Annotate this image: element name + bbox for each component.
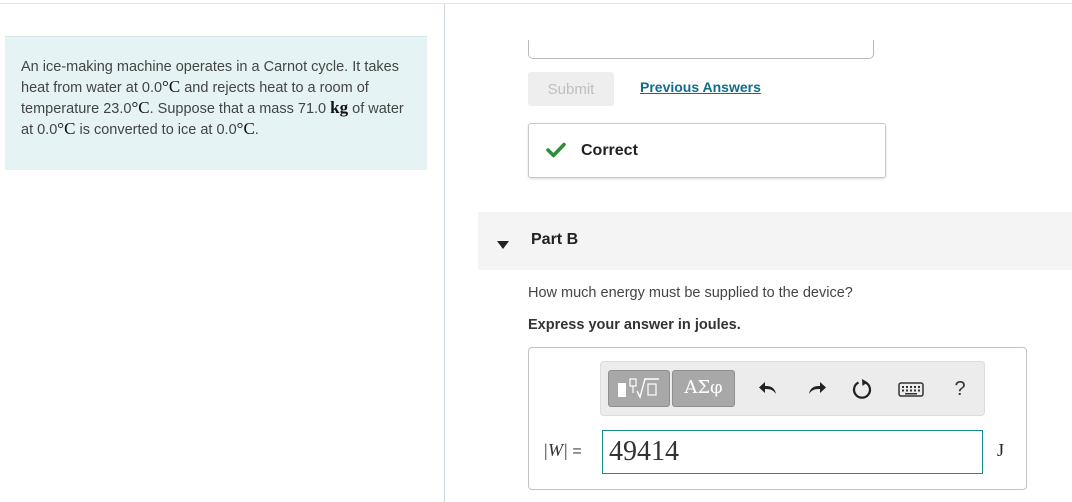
part-b-header[interactable]: Part B	[478, 212, 1072, 270]
reset-icon[interactable]	[850, 377, 874, 401]
undo-icon[interactable]	[757, 377, 781, 401]
problem-text: .	[254, 122, 259, 138]
top-divider	[0, 3, 1072, 4]
problem-statement: An ice-making machine operates in a Carn…	[5, 36, 427, 170]
equals-sign: =	[572, 443, 582, 460]
answer-input[interactable]	[602, 430, 983, 474]
unit-celsius: C	[64, 119, 76, 138]
correct-feedback-box: Correct	[528, 123, 886, 178]
previous-answers-link[interactable]: Previous Answers	[640, 79, 761, 95]
collapse-triangle-icon[interactable]	[497, 236, 509, 254]
correct-label: Correct	[581, 142, 638, 159]
math-toolbar: ΑΣφ ?	[600, 361, 985, 416]
checkmark-icon	[546, 142, 566, 163]
part-a-answer-field	[528, 40, 874, 59]
unit-celsius: C	[168, 77, 181, 96]
greek-symbols-button[interactable]: ΑΣφ	[672, 370, 735, 407]
degree-symbol: °	[162, 77, 169, 96]
variable-label: |W| =	[543, 440, 582, 461]
part-b-title: Part B	[531, 231, 579, 248]
submit-button[interactable]: Submit	[528, 72, 614, 106]
unit-celsius: C	[243, 119, 255, 138]
templates-icon	[609, 378, 669, 410]
instruction-text: Express your answer in joules.	[528, 317, 741, 333]
variable-symbol: |W|	[543, 440, 568, 460]
unit-kg: kg	[330, 98, 349, 117]
unit-label: J	[997, 440, 1005, 460]
problem-text: . Suppose that a mass 71.0	[149, 101, 331, 117]
column-divider	[444, 4, 445, 502]
unit-celsius: C	[138, 98, 150, 117]
problem-text: is converted to ice at 0.0	[75, 122, 237, 138]
templates-button[interactable]	[608, 370, 670, 407]
keyboard-icon[interactable]	[897, 377, 925, 401]
help-icon[interactable]: ?	[948, 377, 972, 401]
answer-panel: ΑΣφ ? |W| = J	[528, 347, 1027, 490]
question-text: How much energy must be supplied to the …	[528, 285, 853, 301]
redo-icon[interactable]	[804, 377, 828, 401]
